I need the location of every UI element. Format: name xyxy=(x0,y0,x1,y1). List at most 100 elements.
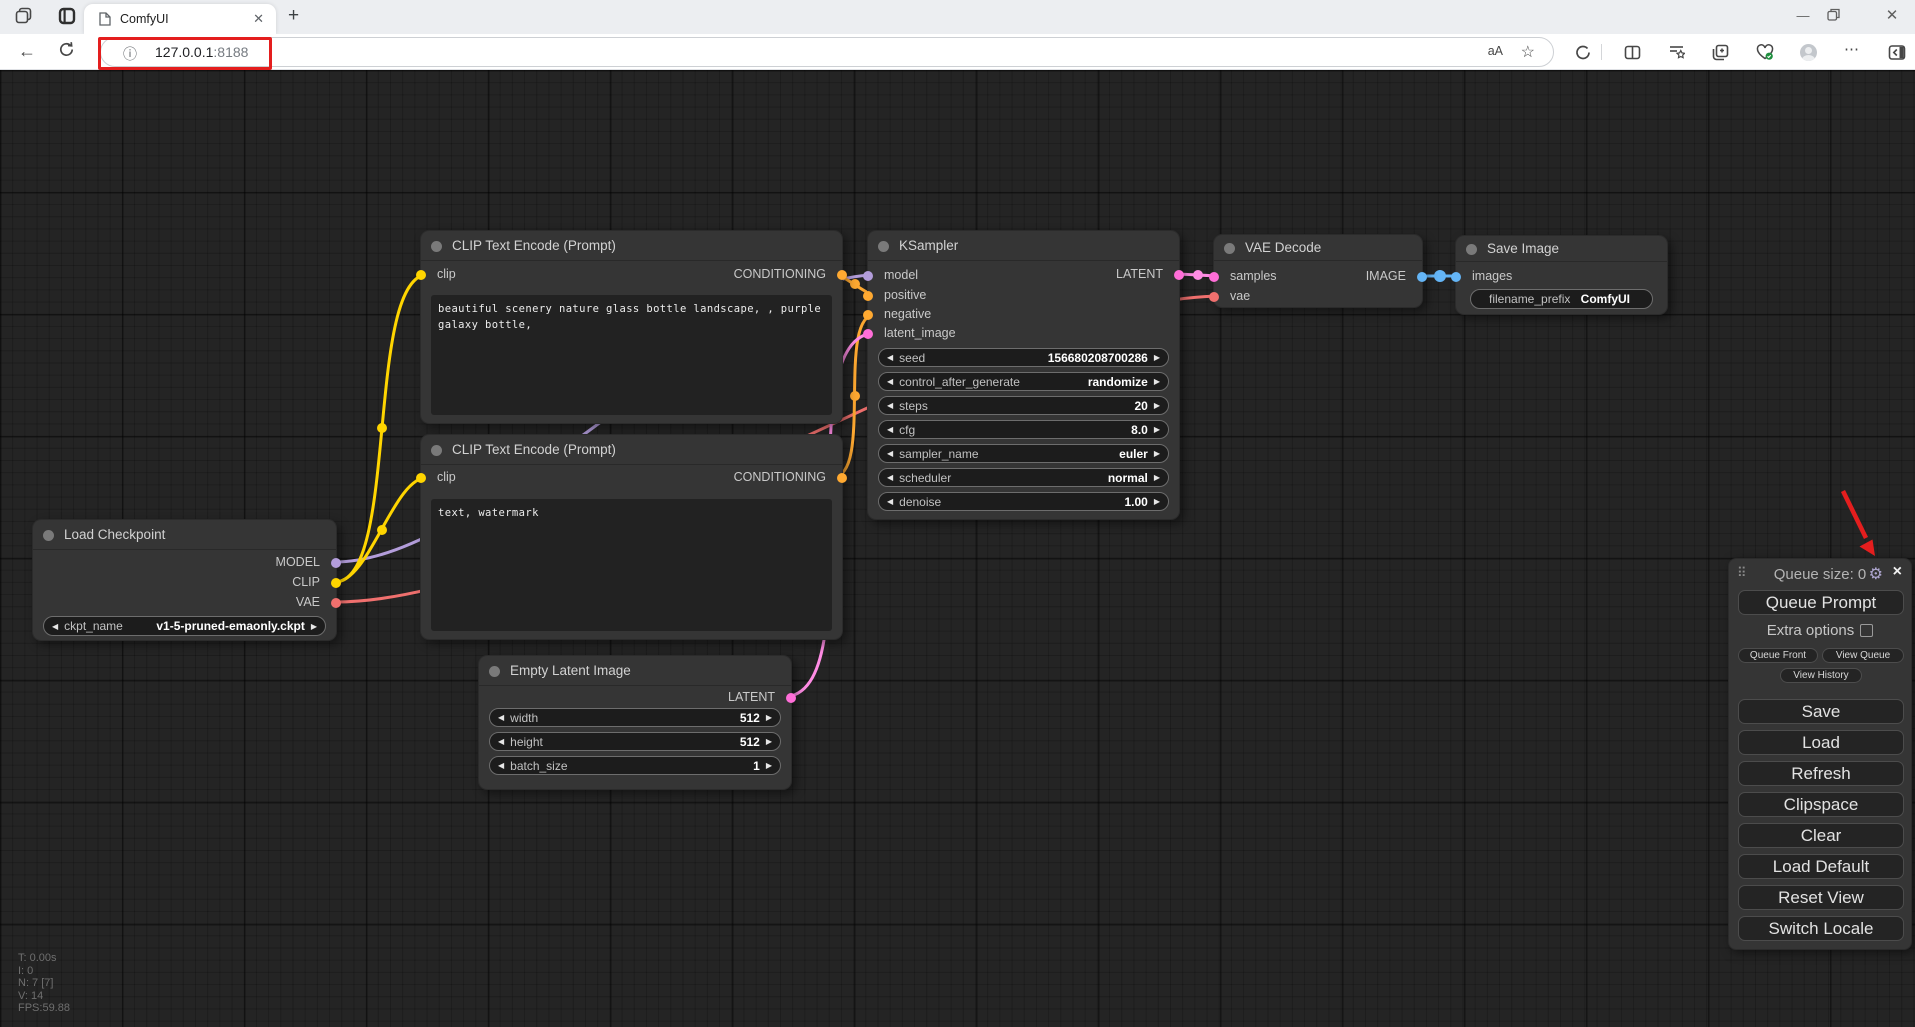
input-port-samples[interactable] xyxy=(1209,272,1219,282)
widget-height[interactable]: ◀ height 512 ▶ xyxy=(489,732,781,751)
decrement-arrow-icon[interactable]: ◀ xyxy=(52,617,58,636)
node-empty-latent-image[interactable]: Empty Latent Image LATENT ◀ width 512 ▶ … xyxy=(478,655,796,790)
increment-arrow-icon[interactable]: ▶ xyxy=(311,617,317,636)
increment-arrow-icon[interactable]: ▶ xyxy=(1154,444,1160,463)
increment-arrow-icon[interactable]: ▶ xyxy=(1154,396,1160,415)
decrement-arrow-icon[interactable]: ◀ xyxy=(887,372,893,391)
split-screen-icon[interactable] xyxy=(1624,44,1641,61)
widget-width[interactable]: ◀ width 512 ▶ xyxy=(489,708,781,727)
close-icon[interactable]: × xyxy=(1893,563,1902,581)
save-button[interactable]: Save xyxy=(1738,699,1904,724)
address-bar[interactable]: ⓘ 127.0.0.1:8188 aA ☆ xyxy=(100,37,1554,67)
node-clip-text-encode-positive[interactable]: CLIP Text Encode (Prompt) clip CONDITION… xyxy=(416,230,847,424)
profile-avatar[interactable] xyxy=(1800,44,1817,61)
decrement-arrow-icon[interactable]: ◀ xyxy=(498,756,504,775)
collapse-dot[interactable] xyxy=(431,445,442,456)
decrement-arrow-icon[interactable]: ◀ xyxy=(498,732,504,751)
widget-sampler-name[interactable]: ◀ sampler_name euler ▶ xyxy=(878,444,1169,463)
view-queue-button[interactable]: View Queue xyxy=(1822,648,1904,663)
node-vae-decode[interactable]: VAE Decode samples vae IMAGE xyxy=(1209,234,1427,308)
widget-seed[interactable]: ◀ seed 156680208700286 ▶ xyxy=(878,348,1169,367)
output-port-clip[interactable] xyxy=(331,578,341,588)
output-port-model[interactable] xyxy=(331,558,341,568)
workspaces-icon[interactable] xyxy=(14,6,34,26)
tab-actions-icon[interactable] xyxy=(58,7,76,25)
increment-arrow-icon[interactable]: ▶ xyxy=(1154,492,1160,511)
queue-prompt-button[interactable]: Queue Prompt xyxy=(1738,590,1904,615)
widget-denoise[interactable]: ◀ denoise 1.00 ▶ xyxy=(878,492,1169,511)
window-close-icon[interactable]: ✕ xyxy=(1869,0,1915,32)
increment-arrow-icon[interactable]: ▶ xyxy=(1154,468,1160,487)
decrement-arrow-icon[interactable]: ◀ xyxy=(887,420,893,439)
collapse-dot[interactable] xyxy=(1466,244,1477,255)
decrement-arrow-icon[interactable]: ◀ xyxy=(887,444,893,463)
output-port-latent[interactable] xyxy=(1174,270,1184,280)
node-title-bar[interactable]: CLIP Text Encode (Prompt) xyxy=(421,231,842,261)
widget-cfg[interactable]: ◀ cfg 8.0 ▶ xyxy=(878,420,1169,439)
window-restore-icon[interactable] xyxy=(1827,0,1873,32)
more-menu-icon[interactable]: ⋯ xyxy=(1844,40,1861,58)
new-tab-icon[interactable]: + xyxy=(288,5,299,27)
decrement-arrow-icon[interactable]: ◀ xyxy=(887,348,893,367)
favorite-star-icon[interactable]: ☆ xyxy=(1521,42,1535,62)
tab-close-icon[interactable]: ✕ xyxy=(253,11,264,27)
node-title-bar[interactable]: Save Image xyxy=(1456,236,1667,262)
input-port-clip[interactable] xyxy=(416,270,426,280)
increment-arrow-icon[interactable]: ▶ xyxy=(766,756,772,775)
input-port-negative[interactable] xyxy=(863,310,873,320)
increment-arrow-icon[interactable]: ▶ xyxy=(1154,372,1160,391)
switch-locale-button[interactable]: Switch Locale xyxy=(1738,916,1904,941)
node-title-bar[interactable]: Load Checkpoint xyxy=(33,520,336,550)
clear-button[interactable]: Clear xyxy=(1738,823,1904,848)
widget-control-after-generate[interactable]: ◀ control_after_generate randomize ▶ xyxy=(878,372,1169,391)
input-port-clip[interactable] xyxy=(416,473,426,483)
output-port-conditioning[interactable] xyxy=(837,270,847,280)
node-title-bar[interactable]: CLIP Text Encode (Prompt) xyxy=(421,435,842,465)
increment-arrow-icon[interactable]: ▶ xyxy=(766,708,772,727)
copilot-icon[interactable] xyxy=(1574,44,1591,61)
favorites-icon[interactable] xyxy=(1668,44,1685,61)
tab-comfyui[interactable]: ComfyUI ✕ xyxy=(84,4,276,34)
queue-front-button[interactable]: Queue Front xyxy=(1738,648,1818,663)
collapse-dot[interactable] xyxy=(43,530,54,541)
clipspace-button[interactable]: Clipspace xyxy=(1738,792,1904,817)
window-minimize-icon[interactable]: — xyxy=(1780,0,1826,32)
node-clip-text-encode-negative[interactable]: CLIP Text Encode (Prompt) clip CONDITION… xyxy=(416,434,847,640)
widget-batch-size[interactable]: ◀ batch_size 1 ▶ xyxy=(489,756,781,775)
load-default-button[interactable]: Load Default xyxy=(1738,854,1904,879)
node-load-checkpoint[interactable]: Load Checkpoint MODEL CLIP VAE ◀ ckpt_na… xyxy=(32,519,341,641)
collapse-dot[interactable] xyxy=(1224,243,1235,254)
translate-icon[interactable]: aA xyxy=(1488,44,1503,58)
view-history-button[interactable]: View History xyxy=(1780,668,1862,683)
increment-arrow-icon[interactable]: ▶ xyxy=(766,732,772,751)
decrement-arrow-icon[interactable]: ◀ xyxy=(887,396,893,415)
back-icon[interactable]: ← xyxy=(18,41,36,62)
input-port-model[interactable] xyxy=(863,271,873,281)
settings-gear-icon[interactable]: ⚙ xyxy=(1869,564,1883,584)
prompt-textarea[interactable]: text, watermark xyxy=(431,499,832,631)
widget-scheduler[interactable]: ◀ scheduler normal ▶ xyxy=(878,468,1169,487)
decrement-arrow-icon[interactable]: ◀ xyxy=(887,468,893,487)
collections-icon[interactable] xyxy=(1712,44,1729,61)
output-port-vae[interactable] xyxy=(331,598,341,608)
decrement-arrow-icon[interactable]: ◀ xyxy=(887,492,893,511)
widget-filename-prefix[interactable]: filename_prefix ComfyUI xyxy=(1470,289,1653,309)
node-ksampler[interactable]: KSampler model positive negative latent_… xyxy=(863,230,1184,520)
input-port-vae[interactable] xyxy=(1209,292,1219,302)
widget-ckpt-name[interactable]: ◀ ckpt_name v1-5-pruned-emaonly.ckpt ▶ xyxy=(43,616,326,636)
increment-arrow-icon[interactable]: ▶ xyxy=(1154,420,1160,439)
collapse-dot[interactable] xyxy=(431,241,442,252)
load-button[interactable]: Load xyxy=(1738,730,1904,755)
decrement-arrow-icon[interactable]: ◀ xyxy=(498,708,504,727)
input-port-positive[interactable] xyxy=(863,291,873,301)
widget-steps[interactable]: ◀ steps 20 ▶ xyxy=(878,396,1169,415)
node-title-bar[interactable]: VAE Decode xyxy=(1214,235,1422,261)
output-port-image[interactable] xyxy=(1417,272,1427,282)
prompt-textarea[interactable]: beautiful scenery nature glass bottle la… xyxy=(431,295,832,415)
increment-arrow-icon[interactable]: ▶ xyxy=(1154,348,1160,367)
reset-view-button[interactable]: Reset View xyxy=(1738,885,1904,910)
extra-options-checkbox[interactable] xyxy=(1860,624,1874,637)
sidebar-toggle-icon[interactable] xyxy=(1888,44,1906,61)
node-save-image[interactable]: Save Image images filename_prefix ComfyU… xyxy=(1451,235,1668,315)
refresh-icon[interactable] xyxy=(58,41,75,58)
